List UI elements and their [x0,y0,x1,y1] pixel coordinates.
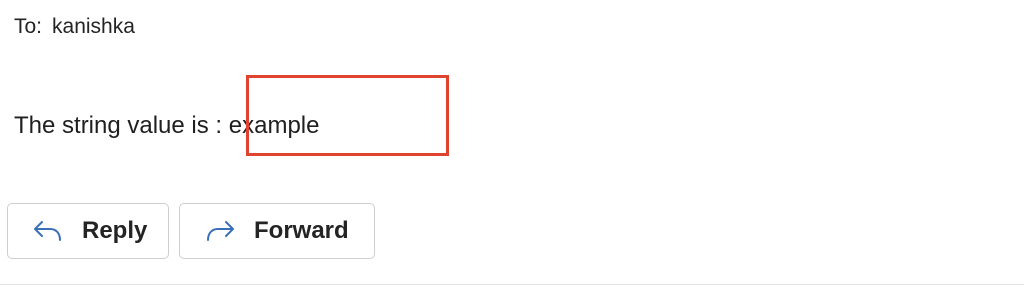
recipient-line: To: kanishka [14,13,135,41]
body-prefix: The string value is : [14,112,223,139]
reply-arrow-icon [32,217,64,245]
forward-label: Forward [254,217,349,244]
reply-button[interactable]: Reply [7,203,169,259]
recipient-name: kanishka [52,15,135,38]
highlight-annotation-box [246,75,449,156]
forward-button[interactable]: Forward [179,203,375,259]
bottom-divider [0,284,1024,285]
message-actions: Reply Forward [7,203,375,259]
reply-label: Reply [82,217,148,244]
to-label: To: [14,15,43,38]
forward-arrow-icon [204,217,236,245]
